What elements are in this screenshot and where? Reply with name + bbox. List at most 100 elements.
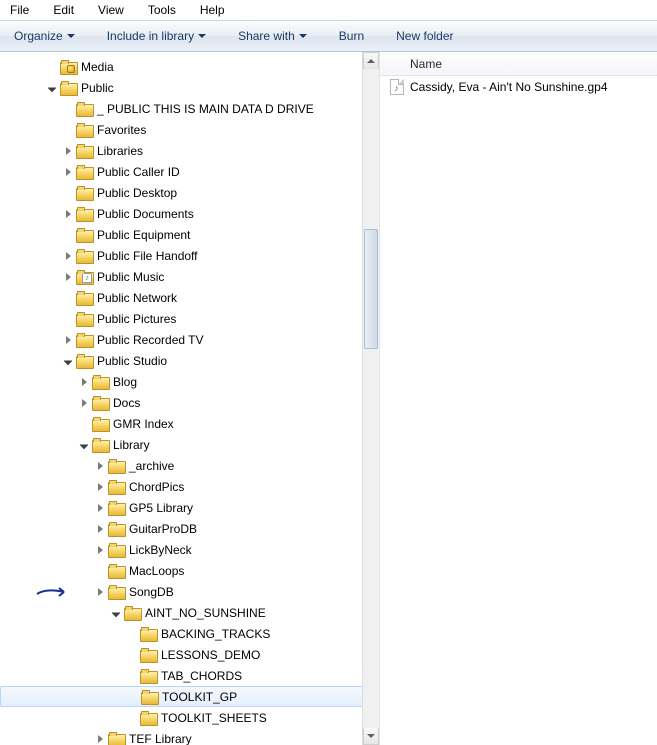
expand-icon[interactable] xyxy=(62,334,74,346)
tree-item[interactable]: Media xyxy=(0,56,363,77)
collapse-icon[interactable] xyxy=(78,439,90,451)
tree-item-label: Public Recorded TV xyxy=(97,333,204,347)
file-item[interactable]: ♪Cassidy, Eva - Ain't No Sunshine.gp4 xyxy=(380,76,657,98)
tree-item[interactable]: ♪Public Music xyxy=(0,266,363,287)
collapse-icon[interactable] xyxy=(46,82,58,94)
folder-icon xyxy=(76,144,92,158)
tree-item[interactable]: BACKING_TRACKS xyxy=(0,623,363,644)
scroll-down-button[interactable] xyxy=(363,728,379,745)
folder-icon xyxy=(76,186,92,200)
folder-icon xyxy=(92,375,108,389)
menu-view[interactable]: View xyxy=(92,1,130,19)
annotation-arrow-icon xyxy=(36,585,72,599)
folder-icon xyxy=(108,585,124,599)
folder-icon xyxy=(76,354,92,368)
tree-item[interactable]: Public Studio xyxy=(0,350,363,371)
share-with-button[interactable]: Share with xyxy=(232,25,313,47)
column-header-name[interactable]: Name xyxy=(380,52,657,76)
folder-icon xyxy=(76,102,92,116)
tree-item[interactable]: Public Recorded TV xyxy=(0,329,363,350)
burn-button[interactable]: Burn xyxy=(333,25,370,47)
expand-icon[interactable] xyxy=(94,544,106,556)
tree-item[interactable]: Public Documents xyxy=(0,203,363,224)
menu-tools[interactable]: Tools xyxy=(142,1,182,19)
scroll-track[interactable] xyxy=(363,69,379,728)
scroll-thumb[interactable] xyxy=(364,229,378,349)
expander-placeholder xyxy=(126,628,138,640)
tree-item[interactable]: Libraries xyxy=(0,140,363,161)
tree-item[interactable]: Public Network xyxy=(0,287,363,308)
folder-icon xyxy=(108,732,124,745)
expand-icon[interactable] xyxy=(62,271,74,283)
tree-item[interactable]: TOOLKIT_GP xyxy=(0,686,363,707)
expand-icon[interactable] xyxy=(94,733,106,745)
menu-bar: File Edit View Tools Help xyxy=(0,0,657,20)
tree-item-label: GP5 Library xyxy=(129,501,193,515)
menu-file[interactable]: File xyxy=(4,1,35,19)
tree-item[interactable]: TEF Library xyxy=(0,728,363,745)
expand-icon[interactable] xyxy=(62,166,74,178)
expand-icon[interactable] xyxy=(78,376,90,388)
menu-edit[interactable]: Edit xyxy=(47,1,80,19)
tree-item-label: SongDB xyxy=(129,585,174,599)
navigation-pane: Media Public_ PUBLIC THIS IS MAIN DATA D … xyxy=(0,52,380,745)
tree-item[interactable]: Library xyxy=(0,434,363,455)
tree-item-label: GuitarProDB xyxy=(129,522,197,536)
tree-item[interactable]: Public Pictures xyxy=(0,308,363,329)
folder-icon xyxy=(140,711,156,725)
tree-item[interactable]: TAB_CHORDS xyxy=(0,665,363,686)
expand-icon[interactable] xyxy=(62,250,74,262)
folder-icon xyxy=(108,459,124,473)
tree-item[interactable]: Public xyxy=(0,77,363,98)
tree-item[interactable]: MacLoops xyxy=(0,560,363,581)
expand-icon[interactable] xyxy=(94,586,106,598)
tree-item[interactable]: TOOLKIT_SHEETS xyxy=(0,707,363,728)
tree-item[interactable]: Blog xyxy=(0,371,363,392)
scroll-up-button[interactable] xyxy=(363,52,379,69)
dropdown-arrow-icon xyxy=(198,34,206,38)
tree-item[interactable]: AINT_NO_SUNSHINE xyxy=(0,602,363,623)
tree-item[interactable]: Docs xyxy=(0,392,363,413)
tree-item[interactable]: Public Equipment xyxy=(0,224,363,245)
organize-button[interactable]: Organize xyxy=(8,25,81,47)
tree-item[interactable]: _ PUBLIC THIS IS MAIN DATA D DRIVE xyxy=(0,98,363,119)
tree-item[interactable]: Public File Handoff xyxy=(0,245,363,266)
collapse-icon[interactable] xyxy=(110,607,122,619)
share-label: Share with xyxy=(238,29,295,43)
menu-help[interactable]: Help xyxy=(194,1,231,19)
expand-icon[interactable] xyxy=(94,502,106,514)
expand-icon[interactable] xyxy=(94,481,106,493)
locked-folder-icon xyxy=(60,60,76,74)
folder-icon xyxy=(92,438,108,452)
tree-item[interactable]: Favorites xyxy=(0,119,363,140)
tree-item[interactable]: GP5 Library xyxy=(0,497,363,518)
new-folder-button[interactable]: New folder xyxy=(390,25,459,47)
burn-label: Burn xyxy=(339,29,364,43)
tree-item-label: GMR Index xyxy=(113,417,174,431)
tree-item[interactable]: LickByNeck xyxy=(0,539,363,560)
tree-item[interactable]: GMR Index xyxy=(0,413,363,434)
expand-icon[interactable] xyxy=(62,208,74,220)
folder-icon xyxy=(108,543,124,557)
tree-item-label: TOOLKIT_GP xyxy=(162,690,237,704)
tree-item[interactable]: LESSONS_DEMO xyxy=(0,644,363,665)
folder-icon xyxy=(108,522,124,536)
folder-icon xyxy=(76,249,92,263)
expand-icon[interactable] xyxy=(94,460,106,472)
tree-item[interactable]: ChordPics xyxy=(0,476,363,497)
expand-icon[interactable] xyxy=(94,523,106,535)
collapse-icon[interactable] xyxy=(62,355,74,367)
tree-item[interactable]: Public Desktop xyxy=(0,182,363,203)
file-list-pane: Name ♪Cassidy, Eva - Ain't No Sunshine.g… xyxy=(380,52,657,745)
tree-item-label: Public Network xyxy=(97,291,177,305)
folder-icon xyxy=(140,627,156,641)
tree-item[interactable]: _archive xyxy=(0,455,363,476)
tree-item[interactable]: Public Caller ID xyxy=(0,161,363,182)
arrow-down-icon xyxy=(367,734,375,738)
expand-icon[interactable] xyxy=(78,397,90,409)
scrollbar[interactable] xyxy=(362,52,379,745)
expand-icon[interactable] xyxy=(62,145,74,157)
tree-item-label: Media xyxy=(81,60,114,74)
tree-item[interactable]: GuitarProDB xyxy=(0,518,363,539)
include-in-library-button[interactable]: Include in library xyxy=(101,25,212,47)
